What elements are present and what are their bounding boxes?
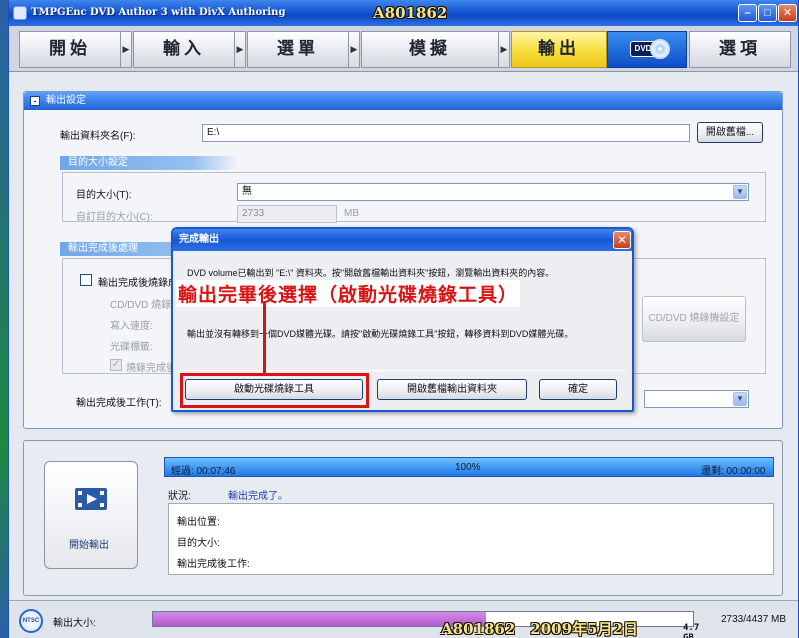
target-size-info-label: 目的大小: (177, 538, 220, 549)
step-simulate[interactable]: 模擬 (361, 31, 499, 68)
disc-capacity: 4.7 GB (683, 623, 700, 638)
size-readout: 2733/4437 MB (721, 614, 787, 625)
step-input[interactable]: 輸入 (133, 31, 235, 68)
burn-after-output-label: 輸出完成後燒錄成 (98, 278, 178, 289)
progress-percent: 100% (455, 462, 481, 473)
app-logo-icon (13, 6, 27, 20)
output-settings-header[interactable]: - 輸出設定 (24, 92, 782, 110)
annotation-pointer-line (263, 302, 266, 374)
output-size-fill (153, 612, 486, 626)
ntsc-icon: NTSC (19, 609, 43, 633)
window-title: TMPGEnc DVD Author 3 with DivX Authoring (31, 7, 286, 18)
burner-settings-button[interactable]: CD/DVD 燒錄機設定 (642, 296, 746, 342)
close-window-button[interactable]: ✕ (778, 4, 797, 22)
output-size-bar: A801862 2009年5月2日 4.7 GB (152, 611, 699, 638)
target-size-section-tab: 目的大小設定 (60, 156, 238, 170)
output-location-label: 輸出位置: (177, 517, 220, 528)
dialog-message-1: DVD volume已輸出到 "E:\" 資料夾。按"開啟舊檔輸出資料夾"按鈕，… (187, 268, 555, 278)
dialog-message-2: 輸出並沒有轉移到一個DVD媒體光碟。請按"啟動光碟燒錄工具"按鈕，轉移資料到DV… (187, 329, 574, 339)
custom-size-field[interactable]: 2733 (237, 205, 337, 223)
chevron-down-icon: ▼ (733, 185, 747, 199)
burn-after-output-checkbox[interactable] (80, 274, 92, 286)
step-arrow-icon: ▶ (498, 31, 510, 68)
step-arrow-icon: ▶ (234, 31, 246, 68)
verify-label: 燒錄完成後 (126, 363, 176, 374)
step-bar: 開始 ▶ 輸入 ▶ 選單 ▶ 模擬 ▶ 輸出 DVD 選項 (9, 26, 798, 72)
collapse-icon: - (30, 96, 40, 106)
minimize-icon: – (744, 7, 751, 19)
status-bar: NTSC 輸出大小: A801862 2009年5月2日 4.7 GB 2733… (9, 600, 798, 638)
watermark-bottom: A801862 2009年5月2日 (441, 620, 638, 638)
dialog-ok-button[interactable]: 確定 (539, 379, 617, 400)
output-info-box: 輸出位置: 目的大小: 輸出完成後工作: (168, 503, 774, 575)
status-label: 狀況: (168, 491, 191, 502)
step-options[interactable]: 選項 (689, 31, 791, 68)
dialog-title: 完成輸出 (173, 229, 632, 251)
output-status-panel: 開始輸出 經過: 00:07:46 100% 還剩: 00:00:00 狀況: … (23, 440, 783, 596)
status-value: 輸出完成了。 (228, 491, 288, 502)
watermark-top: A801862 (373, 4, 448, 22)
remaining-time: 還剩: 00:00:00 (701, 466, 766, 477)
output-folder-field[interactable]: E:\ (202, 124, 690, 142)
annotation-text: 輸出完畢後選擇（啟動光碟燒錄工具） (176, 280, 521, 307)
elapsed-time: 經過: 00:07:46 (171, 466, 236, 477)
verify-checkbox[interactable]: ✓ (110, 359, 122, 371)
close-icon: ✕ (616, 233, 628, 247)
write-speed-label: 寫入速度: (110, 321, 153, 332)
film-output-icon (75, 488, 107, 510)
after-work-dropdown[interactable]: ▼ (644, 390, 749, 408)
maximize-button[interactable]: □ (758, 4, 777, 22)
target-size-value: 無 (242, 186, 252, 197)
annotation-highlight-box (180, 373, 369, 408)
target-size-dropdown[interactable]: 無 ▼ (237, 183, 749, 201)
title-bar: TMPGEnc DVD Author 3 with DivX Authoring… (9, 0, 798, 26)
open-output-folder-button[interactable]: 開啟舊檔輸出資料夾 (377, 379, 527, 400)
dialog-close-button[interactable]: ✕ (613, 231, 631, 249)
after-work-info-label: 輸出完成後工作: (177, 559, 250, 570)
step-output[interactable]: 輸出 (511, 31, 607, 68)
step-arrow-icon: ▶ (120, 31, 132, 68)
step-start[interactable]: 開始 (19, 31, 121, 68)
disc-label-label: 光碟標籤: (110, 342, 153, 353)
dvd-format-tab[interactable]: DVD (607, 31, 687, 68)
custom-size-unit: MB (344, 208, 359, 219)
disc-icon (650, 39, 670, 59)
output-size-label: 輸出大小: (53, 618, 96, 629)
output-settings-title: 輸出設定 (46, 95, 86, 106)
step-menu[interactable]: 選單 (247, 31, 349, 68)
step-arrow-icon: ▶ (348, 31, 360, 68)
close-icon: ✕ (782, 7, 793, 19)
desktop-edge (0, 0, 8, 638)
dialog-separator (181, 370, 626, 371)
target-size-label: 目的大小(T): (76, 190, 132, 201)
start-output-label: 開始輸出 (69, 540, 109, 551)
open-folder-button[interactable]: 開啟舊檔... (697, 122, 763, 143)
minimize-button[interactable]: – (738, 4, 757, 22)
output-folder-label: 輸出資料夾名(F): (60, 131, 136, 142)
after-work-label: 輸出完成後工作(T): (76, 398, 162, 409)
chevron-down-icon: ▼ (733, 392, 747, 406)
custom-size-label: 自訂目的大小(C): (76, 212, 153, 223)
maximize-icon: □ (764, 7, 771, 19)
start-output-button[interactable]: 開始輸出 (44, 461, 138, 569)
output-progress-bar: 經過: 00:07:46 100% 還剩: 00:00:00 (164, 457, 774, 477)
